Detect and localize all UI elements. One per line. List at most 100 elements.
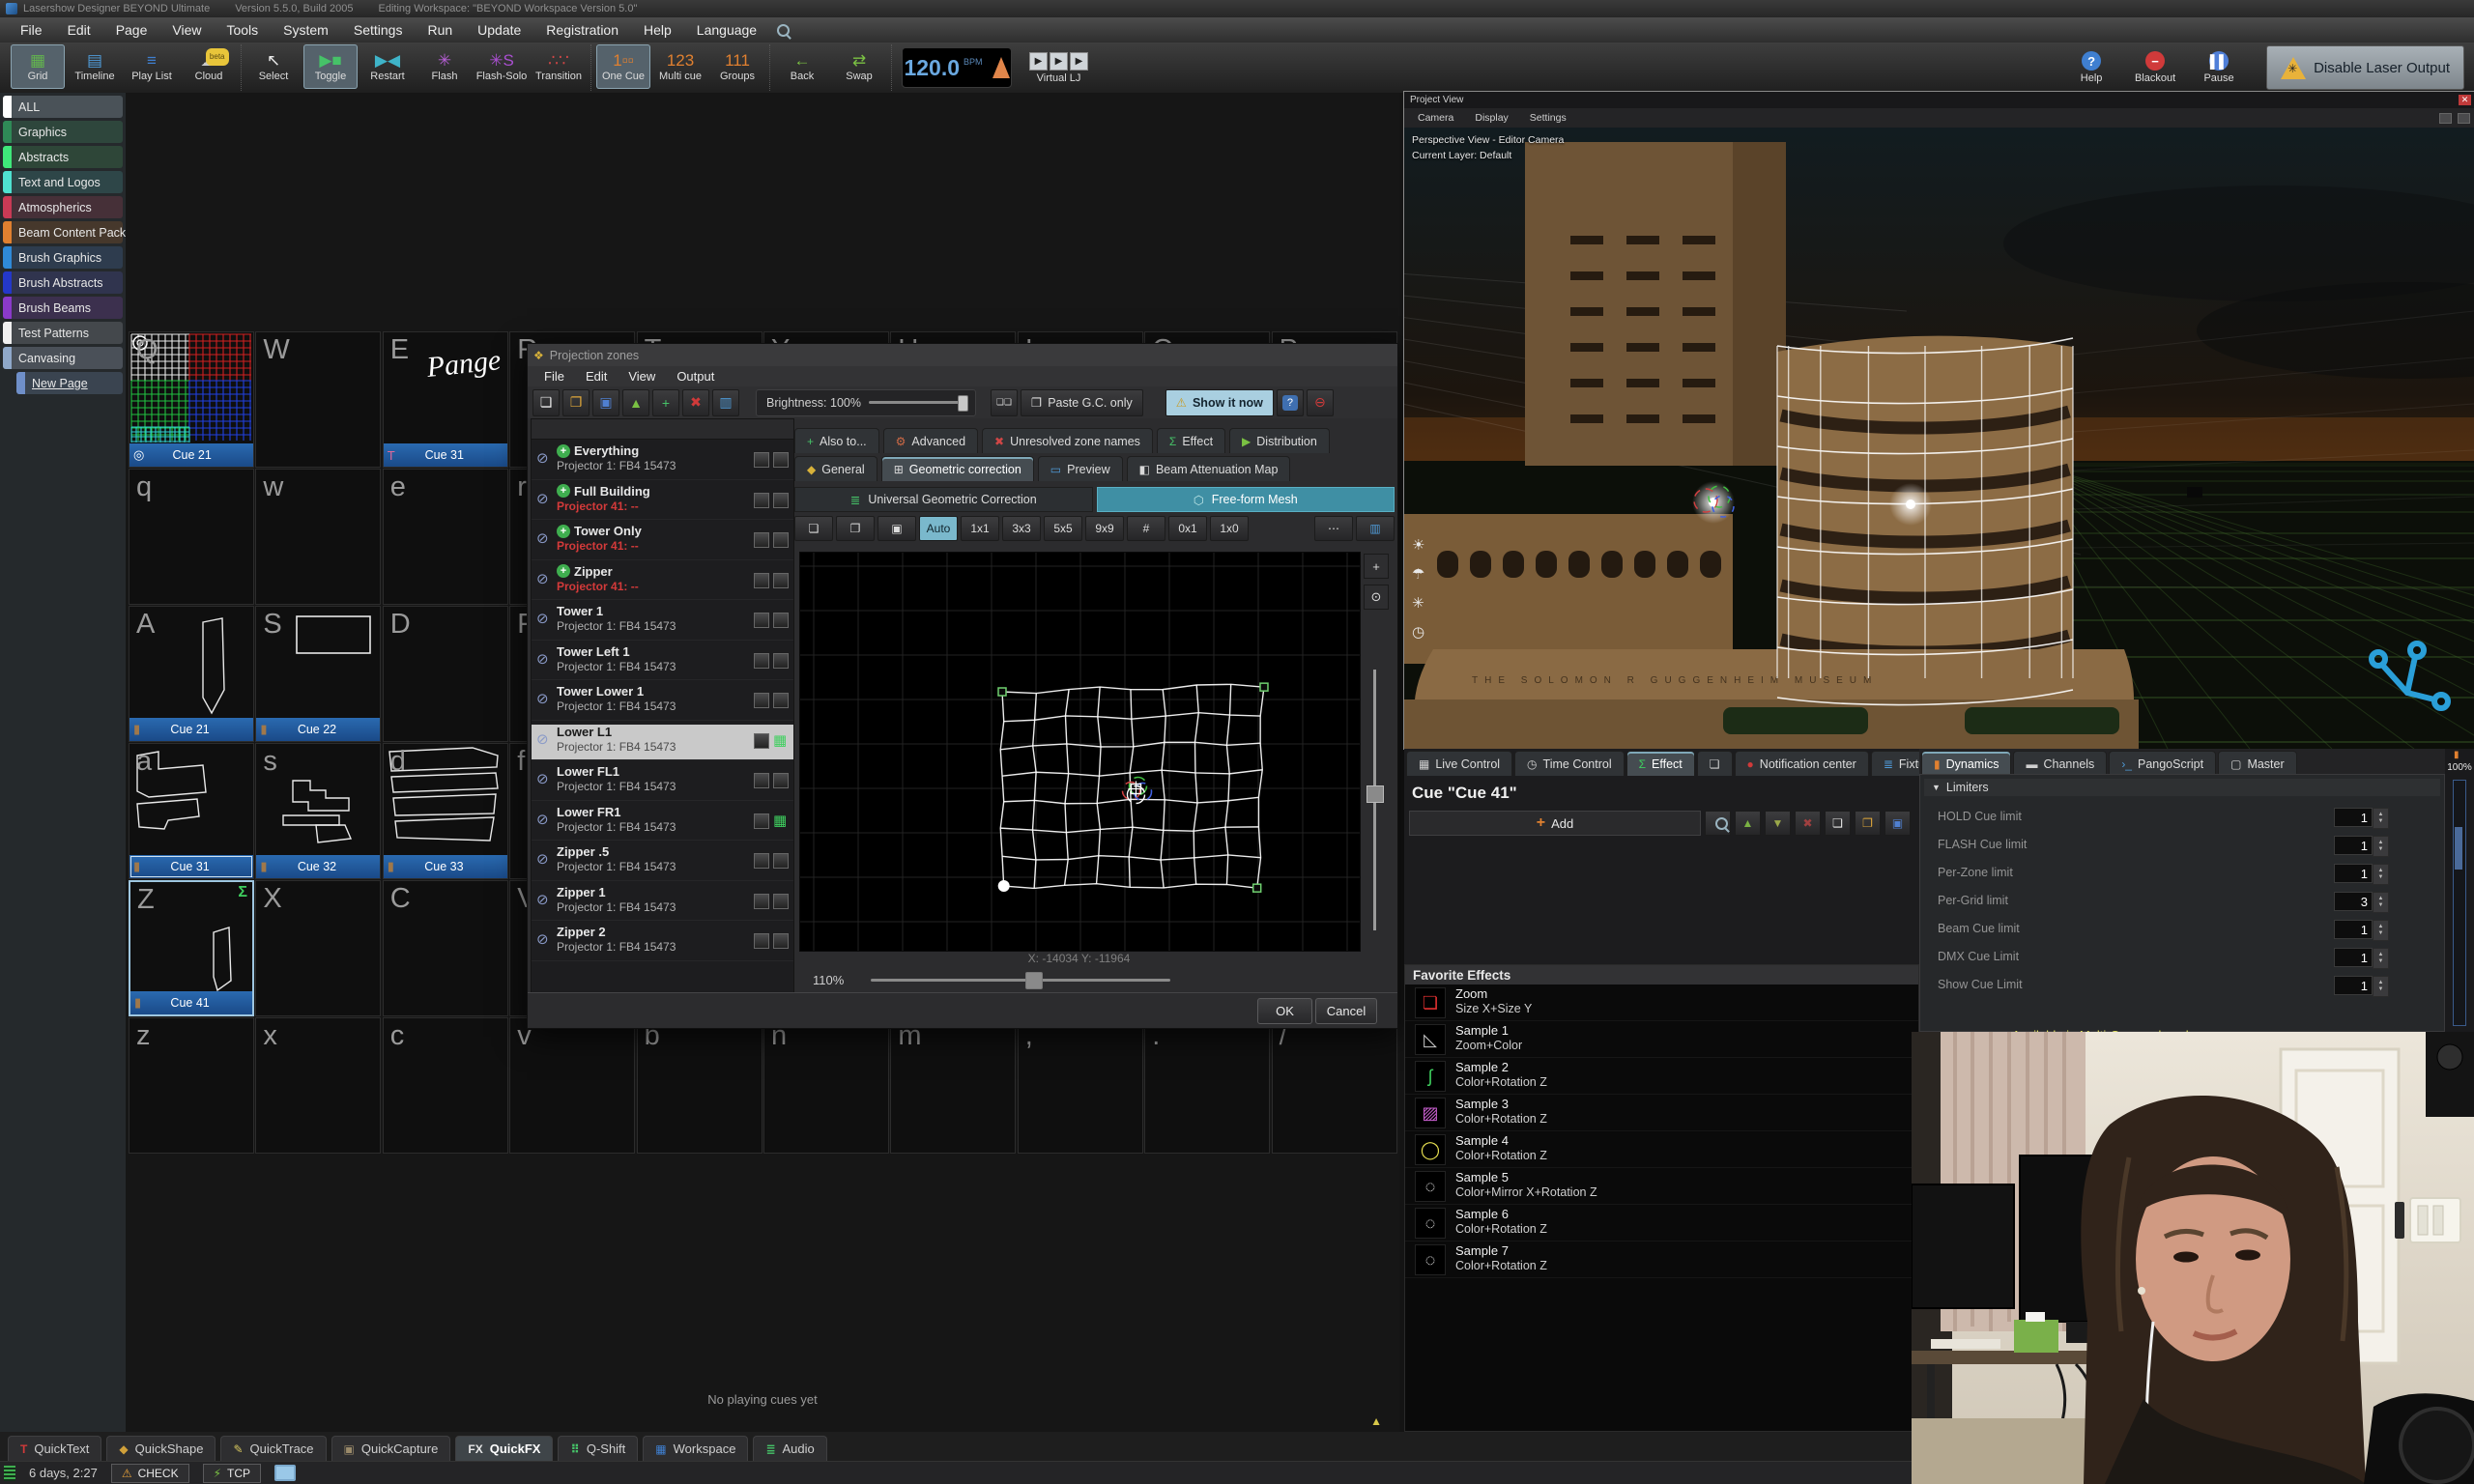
zoom-slider[interactable] — [871, 979, 1170, 982]
dyn-tab-dynamics[interactable]: ▮Dynamics — [1921, 751, 2011, 776]
zone-row-zipper-1[interactable]: ⊘Zipper 1Projector 1: FB4 15473 — [532, 885, 793, 922]
favorite-effect-sample-4[interactable]: ◯Sample 4Color+Rotation Z — [1405, 1131, 1918, 1168]
tab-audio[interactable]: ≣Audio — [753, 1436, 826, 1461]
dialog-menu-file[interactable]: File — [533, 369, 575, 384]
new-mesh-button[interactable]: ❏ — [794, 516, 833, 541]
zone-checkbox[interactable] — [773, 613, 789, 628]
cue-cell-s[interactable]: s▮Cue 32 — [255, 743, 381, 879]
play-icon[interactable]: ▶ — [1070, 52, 1088, 71]
cue-cell-e[interactable]: e — [383, 469, 508, 605]
scroll-up-icon[interactable]: ▲ — [1370, 1414, 1382, 1428]
cloud-button[interactable]: ☁betaCloud — [182, 44, 236, 89]
close-icon[interactable]: ✕ — [2459, 95, 2471, 105]
zone-row-zipper-5[interactable]: ⊘Zipper .5Projector 1: FB4 15473 — [532, 844, 793, 881]
project-view-title-bar[interactable]: Project View ✕ — [1404, 92, 2474, 108]
tab-quickfx[interactable]: FXQuickFX — [455, 1436, 553, 1461]
mesh-grid-0x1[interactable]: 0x1 — [1168, 516, 1207, 541]
zone-checkbox[interactable] — [754, 693, 769, 708]
cue-cell-d[interactable]: d▮Cue 33 — [383, 743, 508, 879]
tab-effect[interactable]: ΣEffect — [1157, 428, 1225, 453]
tab-quicktrace[interactable]: ✎QuickTrace — [220, 1436, 326, 1461]
cue-cell-A[interactable]: A▮Cue 21 — [129, 606, 254, 742]
menu-system[interactable]: System — [271, 22, 341, 38]
cue-cell-x[interactable]: x — [255, 1017, 381, 1154]
play-icon[interactable]: ▶ — [1050, 52, 1068, 71]
limiter-value[interactable]: 3 — [2334, 892, 2373, 911]
zone-row-zipper[interactable]: ⊘+ZipperProjector 41: -- — [532, 564, 793, 601]
zone-checkbox[interactable] — [754, 813, 769, 829]
3d-scene[interactable]: THE SOLOMON R GUGGENHEIM MUSEUM — [1404, 128, 2474, 749]
zone-checkbox[interactable] — [754, 853, 769, 869]
sidebar-item-new-page[interactable]: New Page — [16, 372, 123, 394]
tab-unresolved-zone-names[interactable]: ✖Unresolved zone names — [982, 428, 1153, 453]
fader-track[interactable] — [2453, 780, 2466, 1026]
zone-checkbox[interactable] — [754, 452, 769, 468]
cue-cell-n[interactable]: n — [763, 1017, 889, 1154]
cue-cell-/[interactable]: / — [1272, 1017, 1397, 1154]
subtab-free-form-mesh[interactable]: ⬡Free-form Mesh — [1097, 487, 1395, 512]
mesh-grid-auto[interactable]: Auto — [919, 516, 958, 541]
tab-geometric-correction[interactable]: ⊞Geometric correction — [881, 456, 1034, 481]
dialog-menu-view[interactable]: View — [618, 369, 666, 384]
groups-button[interactable]: 111Groups — [710, 44, 764, 89]
open-folder-button[interactable]: ❐ — [562, 389, 590, 416]
zone-checkbox[interactable] — [754, 733, 769, 749]
tab-q-shift[interactable]: ⠿Q-Shift — [558, 1436, 638, 1461]
favorite-effect-sample-1[interactable]: ◺Sample 1Zoom+Color — [1405, 1021, 1918, 1058]
zone-row-full-building[interactable]: ⊘+Full BuildingProjector 41: -- — [532, 484, 793, 521]
brightness-slider[interactable] — [869, 401, 965, 404]
tab-beam-attenuation-map[interactable]: ◧Beam Attenuation Map — [1127, 456, 1291, 481]
limiter-spinner[interactable]: 1▲▼ — [2334, 920, 2389, 941]
zone-row-everything[interactable]: ⊘+EverythingProjector 1: FB4 15473 — [532, 443, 793, 480]
spinner-arrows[interactable]: ▲▼ — [2373, 892, 2389, 913]
zone-checkbox[interactable] — [754, 933, 769, 949]
move-down-button[interactable]: ▼ — [1765, 811, 1791, 836]
more-options-button[interactable]: ⋯ — [1314, 516, 1353, 541]
menu-language[interactable]: Language — [684, 22, 769, 38]
play-icon[interactable]: ▶ — [1029, 52, 1048, 71]
limiter-value[interactable]: 1 — [2334, 920, 2373, 939]
subtab-universal-geometric-correction[interactable]: ≣Universal Geometric Correction — [794, 487, 1093, 512]
zone-checkbox[interactable] — [754, 532, 769, 548]
cue-cell-C[interactable]: C — [383, 880, 508, 1016]
menu-registration[interactable]: Registration — [533, 22, 631, 38]
sidebar-item-brush-graphics[interactable]: Brush Graphics — [3, 246, 123, 269]
stop-output-button[interactable]: ⊖ — [1307, 389, 1334, 416]
bpm-display[interactable]: 120.0BPM — [902, 47, 1012, 88]
tcp-button[interactable]: ⚡TCP — [203, 1464, 261, 1483]
sun-icon[interactable]: ☀ — [1412, 536, 1424, 554]
sidebar-item-brush-beams[interactable]: Brush Beams — [3, 297, 123, 319]
delete-button[interactable]: ✖ — [682, 389, 709, 416]
pv-menu-camera[interactable]: Camera — [1408, 112, 1463, 124]
disable-laser-output-button[interactable]: Disable Laser Output — [2266, 45, 2464, 90]
zoom-slider-handle[interactable] — [1025, 972, 1043, 989]
menu-page[interactable]: Page — [103, 22, 160, 38]
spinner-arrows[interactable]: ▲▼ — [2373, 920, 2389, 941]
tab-advanced[interactable]: ⚙Advanced — [883, 428, 978, 453]
new-effect-button[interactable]: ❏ — [1825, 811, 1851, 836]
dyn-tab-pangoscript[interactable]: ›_PangoScript — [2109, 751, 2216, 776]
cue-cell-Z[interactable]: ZΣ▮Cue 41 — [129, 880, 254, 1016]
panel-tab-notification-center[interactable]: ●Notification center — [1735, 751, 1869, 776]
tab-general[interactable]: ◆General — [794, 456, 877, 481]
cue-cell-m[interactable]: m — [890, 1017, 1016, 1154]
zone-checkbox[interactable] — [773, 693, 789, 708]
help-button[interactable]: ?Help — [2059, 45, 2123, 90]
pv-toolbar-icon[interactable] — [2439, 113, 2452, 124]
favorite-effect-zoom[interactable]: ❏ZoomSize X+Size Y — [1405, 985, 1918, 1021]
zone-checkbox[interactable] — [754, 773, 769, 788]
cue-cell-X[interactable]: X — [255, 880, 381, 1016]
mesh-grid-9x9[interactable]: 9x9 — [1085, 516, 1124, 541]
zone-checkbox[interactable] — [773, 452, 789, 468]
sidebar-item-beam-content-pack[interactable]: Beam Content Pack — [3, 221, 123, 243]
sidebar-item-canvasing[interactable]: Canvasing — [3, 347, 123, 369]
pause-button[interactable]: ▌▌Pause — [2187, 45, 2251, 90]
save-mesh-button[interactable]: ▣ — [877, 516, 916, 541]
grid-enabled-icon[interactable]: ▦ — [773, 733, 789, 749]
help-button[interactable]: ? — [1277, 389, 1304, 416]
dialog-menu-edit[interactable]: Edit — [575, 369, 618, 384]
pv-menu-display[interactable]: Display — [1465, 112, 1517, 124]
zone-row-lower-fr1[interactable]: ⊘Lower FR1Projector 1: FB4 15473▦ — [532, 805, 793, 842]
tab-quicktext[interactable]: TQuickText — [8, 1436, 101, 1461]
zone-row-tower-lower-1[interactable]: ⊘Tower Lower 1Projector 1: FB4 15473 — [532, 684, 793, 721]
